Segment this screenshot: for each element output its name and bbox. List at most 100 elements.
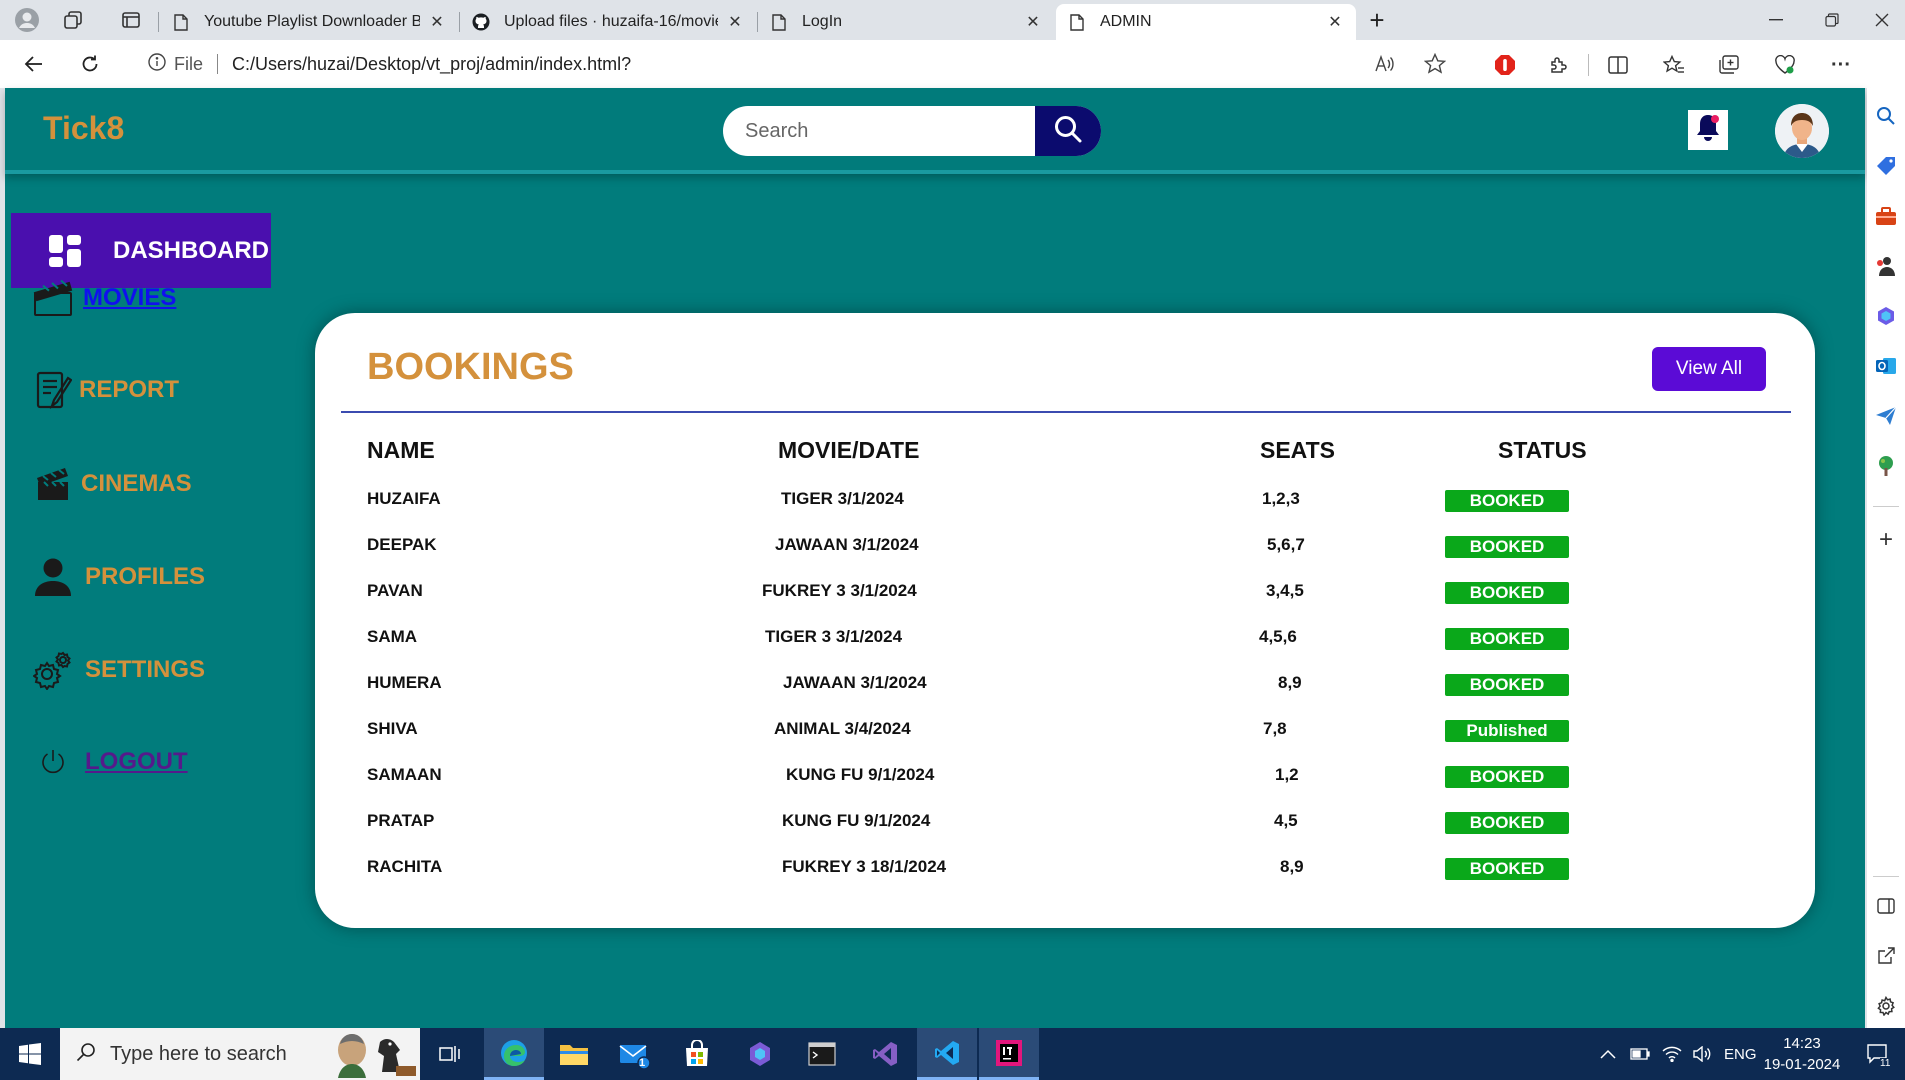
admin-page: Tick8 Search DASHBOARD MOVIES REPORT CIN… bbox=[5, 88, 1865, 1028]
language-indicator[interactable]: ENG bbox=[1724, 1028, 1757, 1080]
column-header-seats: SEATS bbox=[1260, 437, 1335, 463]
table-row: SAMA TIGER 3 3/1/2024 4,5,6 BOOKED bbox=[315, 627, 1815, 673]
refresh-icon[interactable] bbox=[74, 48, 106, 80]
sidebar-item-label: DASHBOARD bbox=[113, 236, 269, 264]
booking-movie-date: ANIMAL 3/4/2024 bbox=[774, 719, 911, 738]
booking-name: SHIVA bbox=[367, 719, 418, 738]
send-icon[interactable] bbox=[1874, 404, 1898, 428]
bookings-card: BOOKINGS View All NAME MOVIE/DATE SEATS … bbox=[315, 313, 1815, 928]
status-badge: Published bbox=[1445, 720, 1569, 742]
booking-seats: 1,2,3 bbox=[1262, 489, 1300, 508]
copilot-icon[interactable] bbox=[730, 1028, 790, 1080]
task-view-icon[interactable] bbox=[420, 1028, 480, 1080]
back-icon[interactable] bbox=[18, 48, 50, 80]
avatar[interactable] bbox=[1775, 104, 1829, 158]
favorites-icon[interactable] bbox=[1659, 50, 1689, 80]
address-bar[interactable]: File C:/Users/huzai/Desktop/vt_proj/admi… bbox=[128, 46, 1468, 82]
edge-icon[interactable] bbox=[484, 1028, 544, 1080]
close-icon[interactable]: ✕ bbox=[1326, 12, 1344, 32]
volume-icon[interactable] bbox=[1692, 1028, 1712, 1080]
sidebar-item-label[interactable]: LOGOUT bbox=[85, 748, 188, 776]
tab-youtube-downloader[interactable]: Youtube Playlist Downloader Bac ✕ bbox=[160, 4, 458, 40]
favorite-star-icon[interactable] bbox=[1423, 52, 1447, 80]
external-link-icon[interactable] bbox=[1874, 944, 1898, 968]
taskbar-search[interactable]: Type here to search bbox=[60, 1028, 420, 1080]
url-text[interactable]: C:/Users/huzai/Desktop/vt_proj/admin/ind… bbox=[232, 54, 631, 75]
split-screen-icon[interactable] bbox=[1603, 50, 1633, 80]
profile-icon[interactable] bbox=[4, 0, 50, 40]
copilot-365-icon[interactable] bbox=[1874, 304, 1898, 328]
close-icon[interactable]: ✕ bbox=[428, 12, 446, 32]
file-explorer-icon[interactable] bbox=[544, 1028, 604, 1080]
collections-icon[interactable] bbox=[1714, 50, 1744, 80]
close-icon[interactable]: ✕ bbox=[1024, 12, 1042, 32]
show-hidden-icons-icon[interactable] bbox=[1600, 1028, 1616, 1080]
search-button[interactable] bbox=[1035, 106, 1101, 156]
window-close-icon[interactable] bbox=[1859, 0, 1905, 40]
vscode-icon[interactable] bbox=[917, 1028, 977, 1080]
sidebar-item-label[interactable]: MOVIES bbox=[83, 284, 176, 312]
tab-label: Youtube Playlist Downloader Bac bbox=[204, 13, 420, 30]
adblock-icon[interactable] bbox=[1490, 50, 1520, 80]
power-icon bbox=[33, 742, 73, 782]
tree-icon[interactable] bbox=[1874, 454, 1898, 478]
column-header-name: NAME bbox=[367, 437, 435, 463]
clock-time: 14:23 bbox=[1783, 1035, 1821, 1052]
table-row: RACHITA FUKREY 3 18/1/2024 8,9 BOOKED bbox=[315, 857, 1815, 903]
tab-admin[interactable]: ADMIN ✕ bbox=[1056, 4, 1356, 40]
games-icon[interactable] bbox=[1874, 254, 1898, 278]
info-icon[interactable] bbox=[148, 52, 166, 76]
read-aloud-icon[interactable] bbox=[1374, 54, 1394, 79]
battery-icon[interactable] bbox=[1630, 1028, 1650, 1080]
sidebar-item-cinemas[interactable]: CINEMAS bbox=[33, 464, 192, 504]
store-icon[interactable] bbox=[667, 1028, 727, 1080]
notification-center-icon[interactable]: 11 bbox=[1866, 1028, 1891, 1080]
tools-icon[interactable] bbox=[1874, 204, 1898, 228]
sidebar-item-settings[interactable]: SETTINGS bbox=[33, 648, 205, 692]
page-icon bbox=[1068, 13, 1086, 31]
sidebar-item-dashboard[interactable]: DASHBOARD bbox=[11, 213, 271, 288]
booking-movie-date: FUKREY 3 3/1/2024 bbox=[762, 581, 917, 600]
outlook-icon[interactable] bbox=[1874, 354, 1898, 378]
shopping-tag-icon[interactable] bbox=[1874, 154, 1898, 178]
sidebar-item-logout[interactable]: LOGOUT bbox=[33, 742, 188, 782]
sidebar-item-movies[interactable]: MOVIES bbox=[33, 278, 176, 318]
tab-label: ADMIN bbox=[1100, 13, 1152, 30]
tab-actions-icon[interactable] bbox=[108, 0, 154, 40]
sidebar-item-profiles[interactable]: PROFILES bbox=[33, 555, 205, 599]
settings-icon[interactable] bbox=[1874, 994, 1898, 1018]
add-icon[interactable]: + bbox=[1874, 526, 1898, 553]
minimize-icon[interactable] bbox=[1753, 0, 1799, 40]
brand-logo[interactable]: Tick8 bbox=[43, 110, 124, 147]
visual-studio-icon[interactable] bbox=[855, 1028, 915, 1080]
wifi-icon[interactable] bbox=[1662, 1028, 1682, 1080]
terminal-icon[interactable] bbox=[792, 1028, 852, 1080]
table-row: DEEPAK JAWAAN 3/1/2024 5,6,7 BOOKED bbox=[315, 535, 1815, 581]
tab-github-upload[interactable]: Upload files · huzaifa-16/movie-T ✕ bbox=[460, 4, 756, 40]
workspaces-icon[interactable] bbox=[50, 0, 96, 40]
extensions-icon[interactable] bbox=[1544, 50, 1574, 80]
new-tab-icon[interactable]: + bbox=[1354, 0, 1400, 40]
notifications-button[interactable] bbox=[1688, 110, 1728, 150]
sidebar-toggle-icon[interactable] bbox=[1874, 894, 1898, 918]
more-icon[interactable]: ··· bbox=[1826, 50, 1856, 80]
restore-icon[interactable] bbox=[1809, 0, 1855, 40]
tab-login[interactable]: LogIn ✕ bbox=[758, 4, 1054, 40]
status-badge: BOOKED bbox=[1445, 490, 1569, 512]
status-badge: BOOKED bbox=[1445, 674, 1569, 696]
close-icon[interactable]: ✕ bbox=[726, 12, 744, 32]
windows-start-icon[interactable] bbox=[0, 1028, 60, 1080]
view-all-button[interactable]: View All bbox=[1652, 347, 1766, 391]
booking-seats: 1,2 bbox=[1275, 765, 1299, 784]
sidebar-item-report[interactable]: REPORT bbox=[33, 370, 179, 410]
search-input[interactable] bbox=[723, 106, 1035, 156]
search-icon[interactable] bbox=[1874, 104, 1898, 128]
mail-icon[interactable]: 1 bbox=[604, 1028, 664, 1080]
browser-essentials-icon[interactable] bbox=[1770, 50, 1800, 80]
url-scheme-label: File bbox=[174, 53, 204, 74]
sidebar-item-label: REPORT bbox=[79, 376, 180, 403]
intellij-icon[interactable] bbox=[979, 1028, 1039, 1080]
clock[interactable]: 14:23 19-01-2024 bbox=[1762, 1033, 1842, 1075]
address-toolbar: File C:/Users/huzai/Desktop/vt_proj/admi… bbox=[0, 40, 1905, 88]
booking-seats: 5,6,7 bbox=[1267, 535, 1305, 554]
